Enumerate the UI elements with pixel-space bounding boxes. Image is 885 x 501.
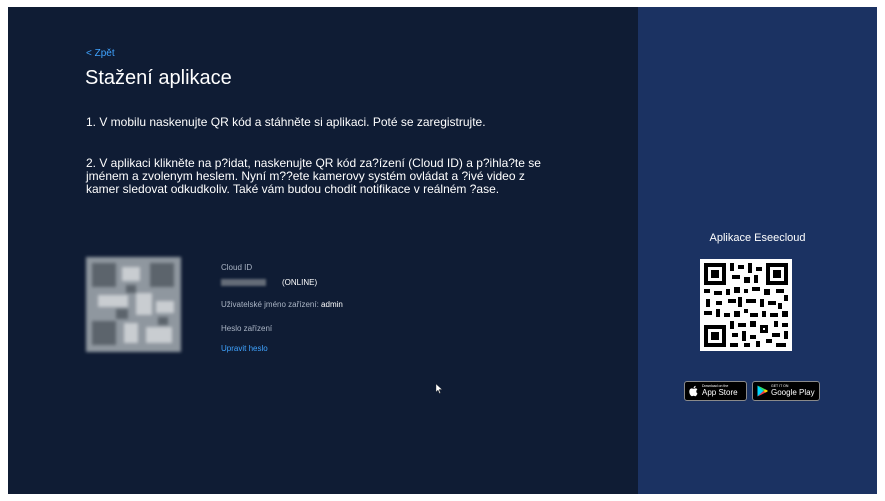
change-password-link[interactable]: Upravit heslo (221, 344, 268, 353)
app-store-button[interactable]: Download on the App Store (684, 381, 747, 401)
google-play-label: Google Play (771, 387, 815, 397)
app-screen: < Zpět Stažení aplikace 1. V mobilu nask… (8, 7, 877, 494)
username-value: admin (321, 300, 343, 309)
device-qr-code-blurred (86, 257, 181, 352)
instruction-step-2: 2. V aplikaci klikněte na p?idat, nasken… (86, 156, 541, 196)
page-title: Stažení aplikace (85, 67, 232, 89)
password-label: Heslo zařízení (221, 324, 273, 333)
app-download-qr-code (700, 259, 792, 351)
instruction-step-1: 1. V mobilu naskenujte QR kód a stáhněte… (86, 115, 486, 129)
cloud-id-value: (ONLINE) (221, 278, 317, 287)
username-label: Uživatelské jméno zařízení: (221, 300, 322, 309)
qr-code-icon (704, 263, 788, 347)
online-status: (ONLINE) (282, 278, 318, 287)
back-link[interactable]: < Zpět (86, 48, 115, 59)
cloud-id-redacted (221, 279, 266, 286)
google-play-button[interactable]: GET IT ON Google Play (752, 381, 820, 401)
app-store-label: App Store (702, 387, 738, 397)
apple-icon (689, 385, 698, 397)
app-title: Aplikace Eseecloud (709, 232, 806, 244)
mouse-cursor-icon (436, 384, 443, 394)
app-download-panel: Aplikace Eseecloud Download on the App S… (638, 7, 877, 494)
cloud-id-label: Cloud ID (221, 263, 253, 272)
main-panel: < Zpět Stažení aplikace 1. V mobilu nask… (8, 7, 638, 494)
username-row: Uživatelské jméno zařízení: admin (221, 300, 343, 309)
google-play-icon (757, 385, 768, 397)
